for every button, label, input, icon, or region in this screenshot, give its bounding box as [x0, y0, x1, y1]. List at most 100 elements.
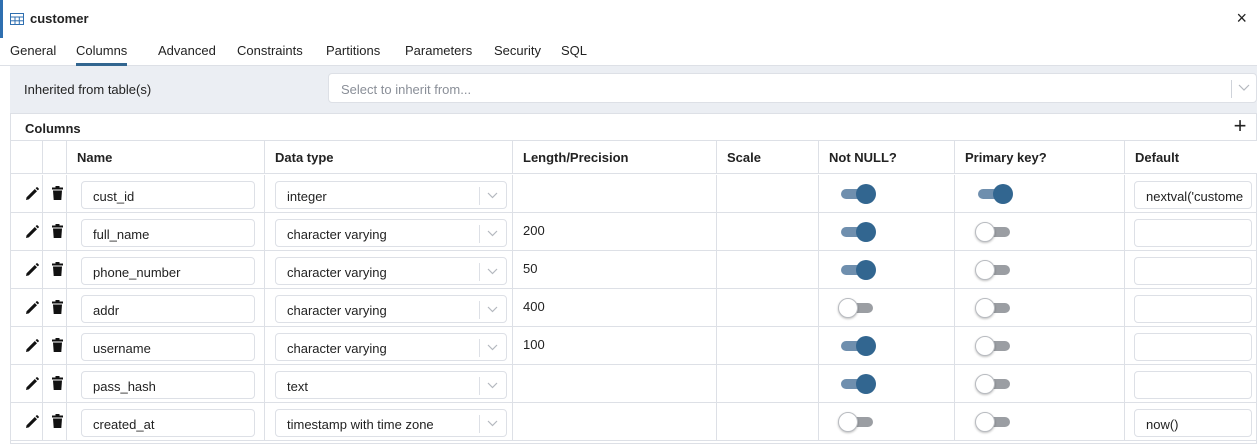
trash-icon[interactable]: [52, 376, 63, 390]
not-null-toggle[interactable]: [838, 184, 876, 204]
data-type-select[interactable]: character varying: [275, 333, 507, 361]
data-type-cell: timestamp with time zone: [265, 403, 513, 441]
data-type-select[interactable]: timestamp with time zone: [275, 409, 507, 437]
primary-key-toggle[interactable]: [975, 412, 1013, 432]
scale-cell[interactable]: [717, 213, 819, 251]
default-value-input[interactable]: [1134, 371, 1252, 399]
data-type-value: timestamp with time zone: [287, 417, 434, 432]
data-type-value: integer: [287, 189, 327, 204]
data-type-cell: integer: [265, 175, 513, 213]
name-cell: cust_id: [67, 175, 265, 213]
tab-bar: General Columns Advanced Constraints Par…: [0, 38, 1257, 66]
primary-key-toggle[interactable]: [975, 336, 1013, 356]
pencil-icon[interactable]: [25, 377, 39, 391]
scale-cell[interactable]: [717, 403, 819, 441]
trash-icon[interactable]: [52, 300, 63, 314]
scale-cell[interactable]: [717, 289, 819, 327]
primary-key-cell: [955, 251, 1125, 289]
trash-icon[interactable]: [52, 414, 63, 428]
pencil-icon[interactable]: [25, 339, 39, 353]
columns-section-title: Columns: [25, 121, 81, 136]
primary-key-toggle[interactable]: [975, 222, 1013, 242]
pencil-icon[interactable]: [25, 263, 39, 277]
length-cell[interactable]: 200: [513, 213, 717, 251]
default-value-input[interactable]: [1134, 295, 1252, 323]
primary-key-toggle[interactable]: [975, 260, 1013, 280]
primary-key-toggle[interactable]: [975, 298, 1013, 318]
tab-sql[interactable]: SQL: [561, 42, 587, 66]
length-cell[interactable]: [513, 365, 717, 403]
chevron-down-icon: [487, 382, 498, 389]
data-type-select[interactable]: character varying: [275, 219, 507, 247]
trash-icon[interactable]: [52, 224, 63, 238]
tab-constraints[interactable]: Constraints: [237, 42, 303, 66]
edit-cell: [11, 213, 43, 251]
column-name-input[interactable]: cust_id: [81, 181, 255, 209]
data-type-value: text: [287, 379, 308, 394]
not-null-toggle[interactable]: [838, 298, 876, 318]
tab-parameters[interactable]: Parameters: [405, 42, 472, 66]
primary-key-toggle[interactable]: [975, 374, 1013, 394]
toggle-knob: [975, 222, 995, 242]
length-cell[interactable]: [513, 403, 717, 441]
toggle-knob: [993, 184, 1013, 204]
inherit-label: Inherited from table(s): [24, 82, 152, 97]
edit-cell: [11, 289, 43, 327]
select-separator: [479, 415, 480, 433]
default-cell: now(): [1125, 403, 1257, 441]
data-type-select[interactable]: integer: [275, 181, 507, 209]
default-cell: nextval('custome: [1125, 175, 1257, 213]
table-row: created_at timestamp with time zone now(…: [11, 403, 1257, 441]
scale-cell[interactable]: [717, 251, 819, 289]
data-type-cell: text: [265, 365, 513, 403]
pencil-icon[interactable]: [25, 415, 39, 429]
column-name-input[interactable]: addr: [81, 295, 255, 323]
data-type-select[interactable]: text: [275, 371, 507, 399]
tab-partitions[interactable]: Partitions: [326, 42, 380, 66]
add-column-button[interactable]: +: [1226, 115, 1254, 139]
primary-key-toggle[interactable]: [975, 184, 1013, 204]
trash-icon[interactable]: [52, 186, 63, 200]
name-cell: full_name: [67, 213, 265, 251]
not-null-toggle[interactable]: [838, 260, 876, 280]
close-icon[interactable]: ×: [1236, 9, 1247, 27]
tab-columns[interactable]: Columns: [76, 42, 128, 66]
not-null-toggle[interactable]: [838, 374, 876, 394]
inherit-select[interactable]: Select to inherit from...: [328, 73, 1257, 103]
column-name-input[interactable]: pass_hash: [81, 371, 255, 399]
pencil-icon[interactable]: [25, 225, 39, 239]
toggle-knob: [838, 298, 858, 318]
tab-general[interactable]: General: [10, 42, 56, 66]
default-value-input[interactable]: now(): [1134, 409, 1252, 437]
tab-security[interactable]: Security: [494, 42, 541, 66]
length-cell[interactable]: 400: [513, 289, 717, 327]
column-name-input[interactable]: created_at: [81, 409, 255, 437]
column-name-input[interactable]: full_name: [81, 219, 255, 247]
col-head-length: Length/Precision: [513, 141, 717, 174]
scale-cell[interactable]: [717, 175, 819, 213]
pencil-icon[interactable]: [25, 187, 39, 201]
default-value-input[interactable]: [1134, 257, 1252, 285]
scale-cell[interactable]: [717, 327, 819, 365]
not-null-toggle[interactable]: [838, 412, 876, 432]
columns-grid-header: Columns +: [11, 114, 1257, 141]
length-cell[interactable]: 50: [513, 251, 717, 289]
length-cell[interactable]: 100: [513, 327, 717, 365]
scale-cell[interactable]: [717, 365, 819, 403]
default-value-input[interactable]: [1134, 333, 1252, 361]
data-type-select[interactable]: character varying: [275, 295, 507, 323]
data-type-select[interactable]: character varying: [275, 257, 507, 285]
not-null-toggle[interactable]: [838, 336, 876, 356]
length-cell[interactable]: [513, 175, 717, 213]
tab-advanced[interactable]: Advanced: [158, 42, 216, 66]
column-name-input[interactable]: username: [81, 333, 255, 361]
default-value-input[interactable]: [1134, 219, 1252, 247]
trash-icon[interactable]: [52, 262, 63, 276]
data-type-value: character varying: [287, 227, 387, 242]
not-null-cell: [819, 251, 955, 289]
default-value-input[interactable]: nextval('custome: [1134, 181, 1252, 209]
column-name-input[interactable]: phone_number: [81, 257, 255, 285]
trash-icon[interactable]: [52, 338, 63, 352]
not-null-toggle[interactable]: [838, 222, 876, 242]
pencil-icon[interactable]: [25, 301, 39, 315]
